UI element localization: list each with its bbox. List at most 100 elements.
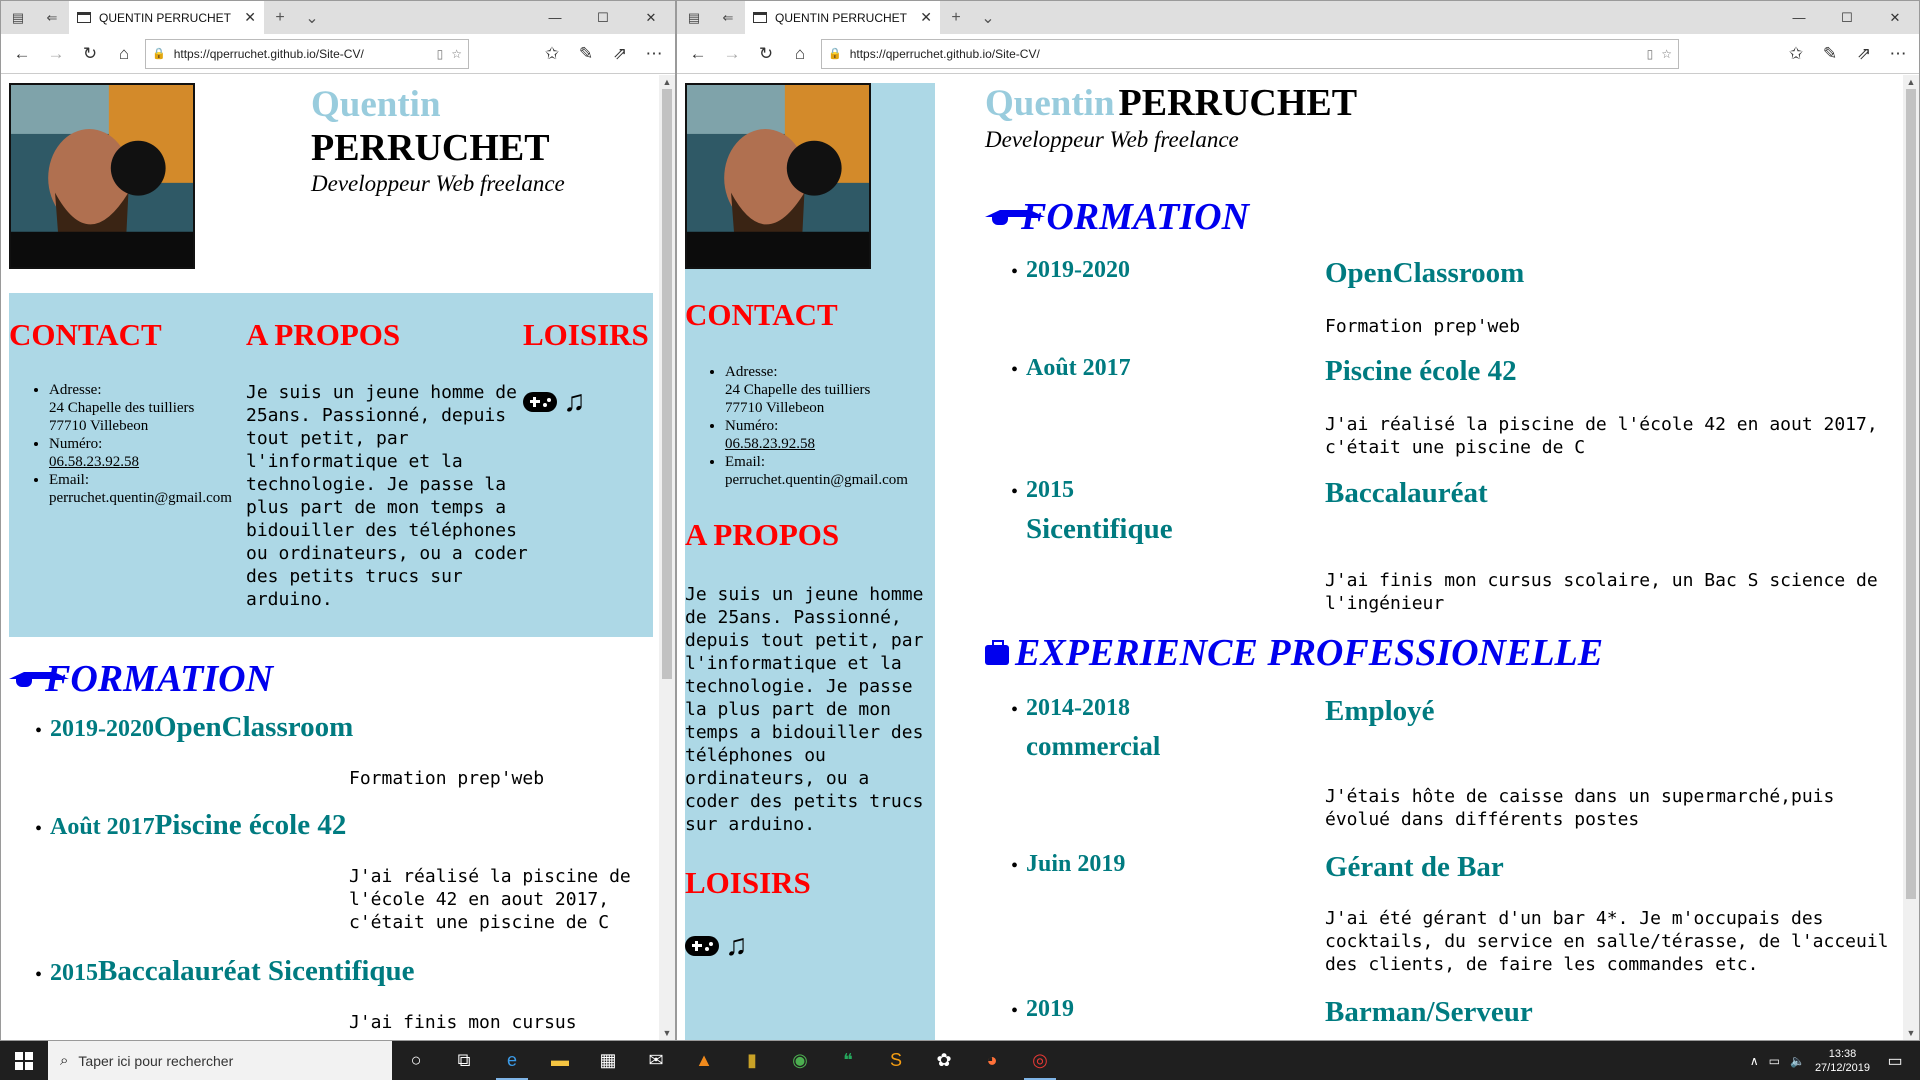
- formation-title-item: Piscine école 42: [154, 809, 347, 841]
- hangouts-icon[interactable]: ❝: [824, 1041, 872, 1080]
- set-aside-tabs-icon[interactable]: ⇐: [711, 1, 745, 34]
- back-icon[interactable]: ←: [5, 37, 39, 71]
- maximize-icon[interactable]: ☐: [1823, 1, 1871, 34]
- address-bar[interactable]: 🔒 https://qperruchet.github.io/Site-CV/ …: [145, 38, 469, 69]
- formation-title-item: OpenClassroom: [1325, 257, 1525, 289]
- clock-date: 27/12/2019: [1814, 1061, 1870, 1074]
- notification-icon[interactable]: ▭: [1880, 1041, 1910, 1080]
- tab-active[interactable]: QUENTIN PERRUCHET ✕: [69, 1, 264, 34]
- opera-gx-icon[interactable]: ◎: [1016, 1041, 1064, 1080]
- vertical-scrollbar[interactable]: ▲ ▼: [659, 75, 675, 1040]
- back-icon[interactable]: ←: [681, 37, 715, 71]
- minimize-icon[interactable]: —: [1775, 1, 1823, 34]
- maximize-icon[interactable]: ☐: [579, 1, 627, 34]
- cortana-icon[interactable]: ○: [392, 1041, 440, 1080]
- more-icon[interactable]: ⋯: [1881, 37, 1915, 71]
- game-launcher-icon[interactable]: ▮: [728, 1041, 776, 1080]
- favorites-icon[interactable]: ✩: [1779, 37, 1813, 71]
- address-line1: 24 Chapelle des tuilliers: [725, 382, 871, 398]
- pen-icon[interactable]: ✎: [1813, 37, 1847, 71]
- share-icon[interactable]: ⇗: [603, 37, 637, 71]
- lock-icon: 🔒: [152, 48, 166, 60]
- scrollbar-thumb[interactable]: [1906, 89, 1916, 899]
- phone-label: Numéro:: [725, 418, 779, 434]
- refresh-icon[interactable]: ↻: [749, 37, 783, 71]
- scroll-up-icon[interactable]: ▲: [1903, 77, 1919, 87]
- mail-icon[interactable]: ✉: [632, 1041, 680, 1080]
- experience-title-item: Gérant de Bar: [1325, 851, 1504, 883]
- formation-item-1: 2019-2020 OpenClassroom: [50, 711, 353, 744]
- vertical-scrollbar[interactable]: ▲ ▼: [1903, 75, 1919, 1040]
- clock[interactable]: 13:38 27/12/2019: [1815, 1047, 1870, 1075]
- address-bar[interactable]: 🔒 https://qperruchet.github.io/Site-CV/ …: [821, 38, 1679, 69]
- contact-title: CONTACT: [9, 317, 162, 352]
- experience-title: EXPERIENCE PROFESSIONELLE: [1015, 632, 1604, 674]
- tab-list-icon[interactable]: ▤: [1, 1, 35, 34]
- phone-label: Numéro:: [49, 436, 103, 452]
- file-explorer-icon[interactable]: ▬: [536, 1041, 584, 1080]
- chrome-icon[interactable]: ◉: [776, 1041, 824, 1080]
- forward-icon[interactable]: →: [715, 37, 749, 71]
- page-content: Quentin PERRUCHET Developpeur Web freela…: [1, 75, 675, 1040]
- taskbar-search[interactable]: ⌕ Taper ici pour rechercher: [48, 1041, 392, 1080]
- experience-date: Juin 2019: [1026, 851, 1126, 877]
- phone-link[interactable]: 06.58.23.92.58: [49, 454, 139, 470]
- start-button[interactable]: [0, 1041, 48, 1080]
- store-icon[interactable]: ▦: [584, 1041, 632, 1080]
- music-note-icon: ♫: [725, 929, 748, 962]
- browser-window-right: ▤ ⇐ QUENTIN PERRUCHET ✕ + ⌄ — ☐ ✕ ← → ↻ …: [676, 0, 1920, 1041]
- formation-title: FORMATION: [45, 658, 274, 700]
- scroll-up-icon[interactable]: ▲: [659, 77, 675, 87]
- tab-active[interactable]: QUENTIN PERRUCHET ✕: [745, 1, 940, 34]
- paint-icon[interactable]: ✿: [920, 1041, 968, 1080]
- scroll-down-icon[interactable]: ▼: [1903, 1028, 1919, 1038]
- share-icon[interactable]: ⇗: [1847, 37, 1881, 71]
- volume-icon[interactable]: 🔈: [1790, 1054, 1805, 1068]
- reading-view-icon[interactable]: ▯: [437, 47, 444, 61]
- tab-title: QUENTIN PERRUCHET: [99, 10, 232, 25]
- reading-view-icon[interactable]: ▯: [1647, 47, 1654, 61]
- vlc-icon[interactable]: ▲: [680, 1041, 728, 1080]
- list-bullet: •: [35, 964, 43, 986]
- scrollbar-thumb[interactable]: [662, 89, 672, 679]
- firefox-icon[interactable]: ◕: [968, 1041, 1016, 1080]
- task-view-icon[interactable]: ⧉: [440, 1041, 488, 1080]
- favorites-icon[interactable]: ✩: [535, 37, 569, 71]
- email-item: Email: perruchet.quentin@gmail.com: [49, 471, 253, 507]
- formation-heading: FORMATION: [985, 195, 1249, 239]
- experience-desc: J'étais hôte de caisse dans un supermarc…: [1325, 786, 1835, 830]
- address-line2: 77710 Villebeon: [49, 418, 149, 434]
- network-icon[interactable]: ▭: [1769, 1054, 1780, 1068]
- favorite-star-icon[interactable]: ☆: [451, 47, 462, 61]
- music-note-icon: ♫: [563, 385, 586, 418]
- last-name: PERRUCHET: [1118, 82, 1358, 124]
- close-tab-icon[interactable]: ✕: [920, 9, 932, 26]
- address-line1: 24 Chapelle des tuilliers: [49, 400, 195, 416]
- close-icon[interactable]: ✕: [627, 1, 675, 34]
- new-tab-icon[interactable]: +: [940, 9, 972, 27]
- sublime-text-icon[interactable]: S: [872, 1041, 920, 1080]
- close-tab-icon[interactable]: ✕: [244, 9, 256, 26]
- chevron-down-icon[interactable]: ⌄: [296, 8, 328, 28]
- close-icon[interactable]: ✕: [1871, 1, 1919, 34]
- forward-icon[interactable]: →: [39, 37, 73, 71]
- scroll-down-icon[interactable]: ▼: [659, 1028, 675, 1038]
- pen-icon[interactable]: ✎: [569, 37, 603, 71]
- favorite-star-icon[interactable]: ☆: [1661, 47, 1672, 61]
- edge-icon[interactable]: e: [488, 1041, 536, 1080]
- graduation-cap-icon: [9, 669, 69, 689]
- home-icon[interactable]: ⌂: [107, 37, 141, 71]
- chevron-up-icon[interactable]: ∧: [1750, 1054, 1759, 1068]
- set-aside-tabs-icon[interactable]: ⇐: [35, 1, 69, 34]
- list-bullet: •: [35, 818, 43, 840]
- tab-list-icon[interactable]: ▤: [677, 1, 711, 34]
- more-icon[interactable]: ⋯: [637, 37, 671, 71]
- phone-link[interactable]: 06.58.23.92.58: [725, 436, 815, 452]
- new-tab-icon[interactable]: +: [264, 9, 296, 27]
- minimize-icon[interactable]: —: [531, 1, 579, 34]
- chevron-down-icon[interactable]: ⌄: [972, 8, 1004, 28]
- header: Quentin PERRUCHET Developpeur Web freela…: [985, 81, 1357, 155]
- refresh-icon[interactable]: ↻: [73, 37, 107, 71]
- about-text: Je suis un jeune homme de 25ans. Passion…: [246, 382, 528, 610]
- home-icon[interactable]: ⌂: [783, 37, 817, 71]
